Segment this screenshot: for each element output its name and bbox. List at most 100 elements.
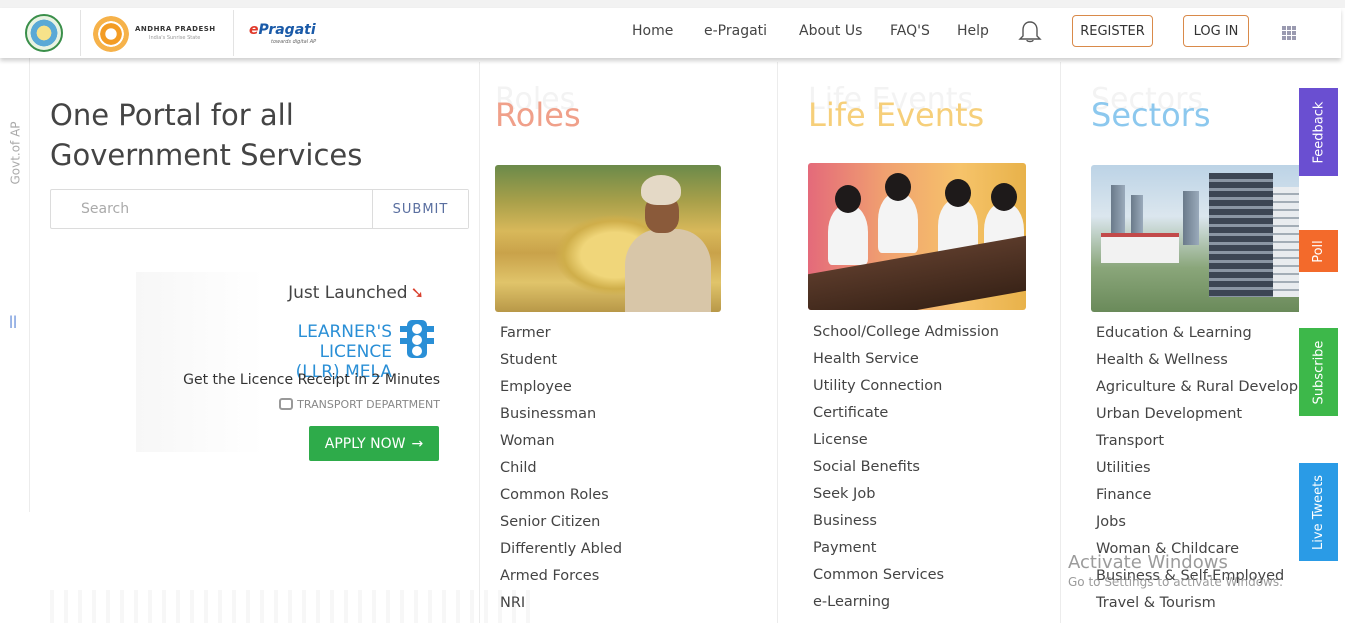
list-item[interactable]: Finance <box>1096 486 1299 513</box>
list-item[interactable]: e-Learning <box>813 593 999 620</box>
list-item[interactable]: Payment <box>813 539 999 566</box>
list-item[interactable]: Differently Abled <box>500 540 622 567</box>
subscribe-tab[interactable]: Subscribe <box>1299 328 1338 416</box>
receipt-tagline: Get the Licence Receipt in 2 Minutes <box>183 372 440 388</box>
subscribe-tab-label: Subscribe <box>1311 340 1326 404</box>
epragati-logo[interactable]: ePragati towards digital AP <box>249 22 319 48</box>
epragati-logo-subtitle: towards digital AP <box>271 39 317 45</box>
feedback-tab[interactable]: Feedback <box>1299 88 1338 176</box>
andhra-pradesh-logo[interactable]: ANDHRA PRADESH India's Sunrise State <box>93 14 223 52</box>
list-item[interactable]: Travel & Tourism <box>1096 594 1299 621</box>
roles-column: Roles Roles Farmer Student Employee Busi… <box>495 62 777 623</box>
live-tweets-tab[interactable]: Live Tweets <box>1299 463 1338 561</box>
list-item[interactable]: License <box>813 431 999 458</box>
list-item[interactable]: Farmer <box>500 324 622 351</box>
page-title-line2: Government Services <box>50 138 363 172</box>
nav-faqs[interactable]: FAQ'S <box>890 23 930 39</box>
arrow-down-right-icon: ➘ <box>410 283 424 302</box>
nav-help[interactable]: Help <box>957 23 989 39</box>
poll-tab[interactable]: Poll <box>1299 230 1338 272</box>
list-item[interactable]: Utility Connection <box>813 377 999 404</box>
watermark-title: Activate Windows <box>1068 552 1228 573</box>
list-item[interactable]: Seek Job <box>813 485 999 512</box>
ap-logo-title: ANDHRA PRADESH <box>135 25 216 33</box>
list-item[interactable]: Utilities <box>1096 459 1299 486</box>
list-item[interactable]: School/College Admission <box>813 323 999 350</box>
logo-divider <box>80 10 81 56</box>
list-item[interactable]: Certificate <box>813 404 999 431</box>
epragati-logo-word: Pragati <box>258 22 316 38</box>
nav-about-us[interactable]: About Us <box>799 23 862 39</box>
list-item[interactable]: Woman <box>500 432 622 459</box>
page-title-line1: One Portal for all <box>50 98 294 132</box>
school-students-image[interactable] <box>808 163 1026 310</box>
rail-toggle-handle[interactable]: || <box>9 314 17 328</box>
list-item[interactable]: Child <box>500 459 622 486</box>
nav-home[interactable]: Home <box>632 23 673 39</box>
govt-of-ap-vertical-label: Govt.of AP <box>8 121 23 185</box>
logo-divider <box>233 10 234 56</box>
list-item[interactable]: Business <box>813 512 999 539</box>
list-item[interactable]: Businessman <box>500 405 622 432</box>
list-item[interactable]: Common Roles <box>500 486 622 513</box>
city-buildings-image[interactable] <box>1091 165 1299 312</box>
activate-windows-watermark: Activate Windows Go to Settings to activ… <box>1068 552 1283 590</box>
list-item[interactable]: Jobs <box>1096 513 1299 540</box>
list-item[interactable]: Employee <box>500 378 622 405</box>
page-title: One Portal for all Government Services <box>50 95 450 175</box>
list-item[interactable]: Armed Forces <box>500 567 622 594</box>
poll-tab-label: Poll <box>1311 239 1326 263</box>
column-divider <box>777 62 778 623</box>
roles-list: Farmer Student Employee Businessman Woma… <box>500 324 622 621</box>
left-rail: Govt.of AP || <box>0 58 30 512</box>
bus-icon <box>279 398 294 410</box>
life-events-list: School/College Admission Health Service … <box>813 323 999 620</box>
bell-icon[interactable] <box>1017 19 1043 45</box>
apply-now-button[interactable]: APPLY NOW → <box>309 426 439 461</box>
life-events-column: Life Events Life Events School/College A… <box>808 62 1060 623</box>
register-button[interactable]: REGISTER <box>1072 15 1153 47</box>
epragati-logo-e: e <box>249 22 259 38</box>
sun-icon <box>93 16 129 52</box>
just-launched-label: Just Launched ➘ <box>288 283 424 303</box>
list-item[interactable]: Agriculture & Rural Development <box>1096 378 1299 405</box>
decorative-footer-pattern <box>50 590 530 623</box>
llr-title-line1: LEARNER'S LICENCE <box>297 322 392 362</box>
site-header: ANDHRA PRADESH India's Sunrise State ePr… <box>0 8 1341 58</box>
list-item[interactable]: Common Services <box>813 566 999 593</box>
list-item[interactable]: Health & Wellness <box>1096 351 1299 378</box>
sectors-heading: Sectors <box>1091 96 1211 134</box>
life-events-heading: Life Events <box>808 96 985 134</box>
apply-now-label: APPLY NOW <box>324 435 406 452</box>
column-divider <box>1060 62 1061 623</box>
apps-grid-icon[interactable] <box>1282 26 1296 40</box>
list-item[interactable]: Student <box>500 351 622 378</box>
column-divider <box>479 62 480 623</box>
ap-logo-subtitle: India's Sunrise State <box>149 35 201 41</box>
transport-department-label: TRANSPORT DEPARTMENT <box>279 398 440 411</box>
list-item[interactable]: Transport <box>1096 432 1299 459</box>
ap-government-seal-logo[interactable] <box>25 14 63 52</box>
list-item[interactable]: Health Service <box>813 350 999 377</box>
search-form: SUBMIT <box>50 189 469 229</box>
list-item[interactable]: Senior Citizen <box>500 513 622 540</box>
just-launched-text: Just Launched <box>288 283 408 303</box>
list-item[interactable]: Social Benefits <box>813 458 999 485</box>
list-item[interactable]: Urban Development <box>1096 405 1299 432</box>
transport-department-text: TRANSPORT DEPARTMENT <box>297 398 440 411</box>
traffic-light-icon <box>400 320 434 358</box>
feedback-tab-label: Feedback <box>1311 101 1327 163</box>
top-strip <box>0 0 1345 8</box>
list-item[interactable]: NRI <box>500 594 622 621</box>
roles-heading: Roles <box>495 96 581 134</box>
farmer-image[interactable] <box>495 165 721 312</box>
search-submit-button[interactable]: SUBMIT <box>373 190 468 228</box>
list-item[interactable]: Education & Learning <box>1096 324 1299 351</box>
login-button[interactable]: LOG IN <box>1183 15 1249 47</box>
search-input[interactable] <box>51 190 373 228</box>
llr-mela-promo: Just Launched ➘ LEARNER'S LICENCE (LLR) M… <box>136 272 456 461</box>
epragati-logo-title: ePragati <box>249 22 316 38</box>
arrow-right-icon: → <box>411 435 424 452</box>
nav-epragati[interactable]: e-Pragati <box>704 23 767 39</box>
live-tweets-tab-label: Live Tweets <box>1311 474 1326 550</box>
